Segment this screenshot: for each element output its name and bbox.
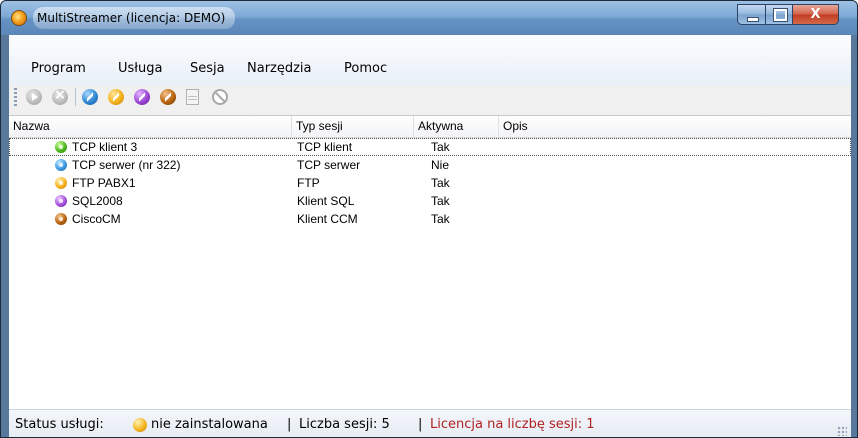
service-status-icon bbox=[133, 418, 147, 432]
table-row[interactable]: TCP serwer (nr 322) TCP serwer Nie bbox=[9, 156, 851, 174]
row-type: Klient SQL bbox=[297, 194, 355, 208]
status-license: Licencja na liczbę sesji: 1 bbox=[430, 417, 595, 432]
maximize-icon bbox=[773, 8, 788, 22]
window-frame-left bbox=[1, 35, 9, 437]
session-status-icon bbox=[55, 141, 67, 153]
status-separator: | bbox=[287, 417, 292, 432]
row-active: Tak bbox=[431, 140, 450, 154]
row-name: SQL2008 bbox=[72, 194, 123, 208]
status-service-label: Status usługi: bbox=[15, 417, 104, 432]
row-active: Tak bbox=[431, 194, 450, 208]
table-row[interactable]: TCP klient 3 TCP klient Tak bbox=[9, 138, 851, 156]
row-active: Nie bbox=[431, 158, 450, 172]
menu-program[interactable]: Program bbox=[31, 59, 86, 79]
menu-usluga[interactable]: Usługa bbox=[118, 59, 162, 79]
column-header-typ-sesji[interactable]: Typ sesji bbox=[292, 116, 414, 137]
toolbar-separator bbox=[75, 88, 76, 106]
orange-session-icon[interactable] bbox=[108, 89, 124, 105]
column-header-opis[interactable]: Opis bbox=[499, 116, 851, 137]
row-type: TCP klient bbox=[297, 140, 353, 154]
column-header-aktywna[interactable]: Aktywna bbox=[414, 116, 499, 137]
resize-grip[interactable] bbox=[837, 426, 847, 436]
row-type: FTP bbox=[297, 176, 320, 190]
table-row[interactable]: CiscoCM Klient CCM Tak bbox=[9, 210, 851, 228]
menu-narzedzia[interactable]: Narzędzia bbox=[247, 59, 312, 79]
minimize-button[interactable] bbox=[737, 4, 766, 25]
menu-pomoc[interactable]: Pomoc bbox=[344, 59, 387, 79]
title-bar[interactable]: MultiStreamer (licencja: DEMO) X bbox=[1, 1, 857, 35]
brown-session-icon[interactable] bbox=[160, 89, 176, 105]
window-frame-right bbox=[851, 35, 857, 437]
toolbar bbox=[9, 83, 851, 111]
status-service-value: nie zainstalowana bbox=[151, 417, 268, 432]
session-list[interactable]: Nazwa Typ sesji Aktywna Opis TCP klient … bbox=[9, 115, 851, 410]
row-name: CiscoCM bbox=[72, 212, 121, 226]
status-separator: | bbox=[418, 417, 423, 432]
column-header-nazwa[interactable]: Nazwa bbox=[9, 116, 292, 137]
purple-session-icon[interactable] bbox=[134, 89, 150, 105]
row-type: TCP serwer bbox=[297, 158, 361, 172]
row-active: Tak bbox=[431, 176, 450, 190]
status-bar: Status usługi: nie zainstalowana | Liczb… bbox=[9, 409, 851, 437]
row-active: Tak bbox=[431, 212, 450, 226]
maximize-button[interactable] bbox=[765, 4, 793, 25]
row-type: Klient CCM bbox=[297, 212, 358, 226]
app-icon bbox=[11, 10, 27, 26]
row-name: TCP serwer (nr 322) bbox=[72, 158, 181, 172]
blue-session-icon[interactable] bbox=[82, 89, 98, 105]
play-icon[interactable] bbox=[26, 89, 42, 105]
status-session-count: Liczba sesji: 5 bbox=[299, 417, 390, 432]
table-row[interactable]: SQL2008 Klient SQL Tak bbox=[9, 192, 851, 210]
disable-icon[interactable] bbox=[212, 89, 228, 105]
menu-sesja[interactable]: Sesja bbox=[190, 59, 225, 79]
table-row[interactable]: FTP PABX1 FTP Tak bbox=[9, 174, 851, 192]
toolbar-grip[interactable] bbox=[14, 88, 17, 106]
client-area: Program Usługa Sesja Narzędzia Pomoc Naz… bbox=[9, 35, 851, 437]
list-header: Nazwa Typ sesji Aktywna Opis bbox=[9, 116, 851, 138]
session-status-icon bbox=[55, 195, 67, 207]
app-window: MultiStreamer (licencja: DEMO) X Program… bbox=[0, 0, 858, 438]
close-button[interactable]: X bbox=[792, 4, 839, 25]
session-status-icon bbox=[55, 213, 67, 225]
session-status-icon bbox=[55, 177, 67, 189]
row-name: TCP klient 3 bbox=[72, 140, 138, 154]
stop-icon[interactable] bbox=[52, 87, 68, 105]
row-name: FTP PABX1 bbox=[72, 176, 136, 190]
document-icon[interactable] bbox=[186, 89, 199, 105]
window-title: MultiStreamer (licencja: DEMO) bbox=[33, 7, 236, 29]
close-icon: X bbox=[810, 7, 821, 22]
session-status-icon bbox=[55, 159, 67, 171]
minimize-icon bbox=[747, 17, 759, 22]
